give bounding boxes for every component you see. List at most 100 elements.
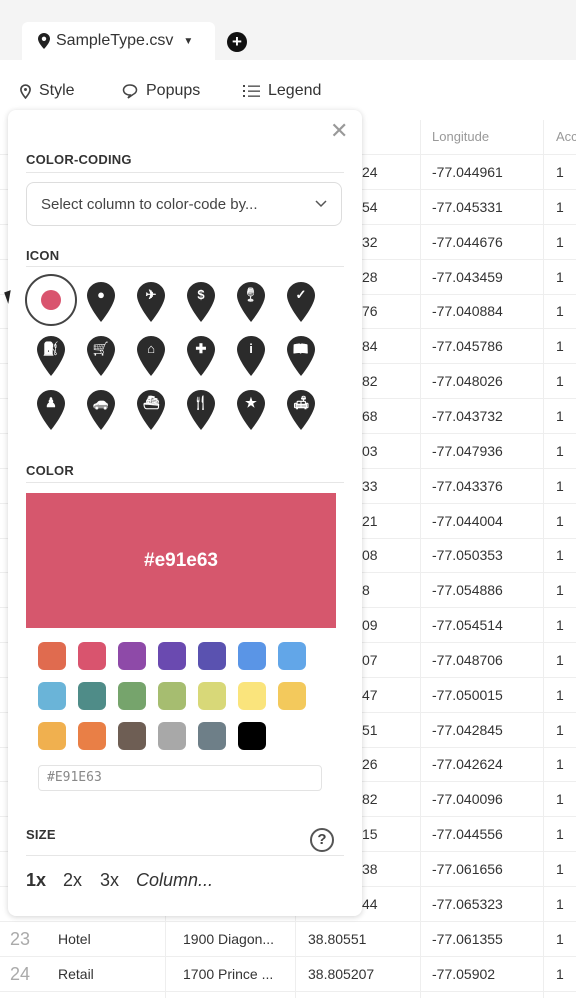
home-icon-option[interactable]: ⌂ [137,336,165,376]
speech-bubble-icon [122,83,138,99]
latitude-cell: 03 [362,442,378,459]
color-swatch[interactable] [78,722,106,750]
check-icon: ✓ [295,287,307,302]
chevron-down-icon [315,200,327,208]
hex-color-input[interactable]: #E91E63 [38,765,322,791]
close-icon[interactable]: ✕ [330,120,348,142]
info-icon-option[interactable]: i [237,336,265,376]
chess-pawn-icon-option[interactable]: ♟ [37,390,65,430]
color-swatch[interactable] [38,682,66,710]
accuracy-cell: 1 [556,721,564,738]
latitude-cell: 44 [362,895,378,912]
color-swatch[interactable] [238,722,266,750]
star-icon-option[interactable]: ★ [237,390,265,430]
dollar-icon: $ [197,287,205,302]
cart-icon: 🛒 [92,341,110,356]
latitude-cell: 24 [362,164,378,180]
color-swatch[interactable] [118,722,146,750]
color-swatch[interactable] [158,722,186,750]
longitude-cell: -77.061656 [432,861,503,877]
style-tab[interactable]: Style [20,82,75,100]
airplane-icon-option[interactable]: ✈ [137,282,165,322]
accuracy-cell: 1 [556,268,564,285]
color-swatch[interactable] [78,682,106,710]
help-icon[interactable]: ? [310,828,334,852]
longitude-cell: -77.044556 [432,826,503,843]
address-cell: 1700 Prince ... [183,965,274,982]
color-swatch[interactable] [198,642,226,670]
latitude-cell: 47 [362,686,378,703]
latitude-cell: 38 [362,861,378,877]
add-tab-button[interactable]: + [227,32,247,52]
cart-icon-option[interactable]: 🛒 [87,336,115,376]
style-panel: ✕ COLOR-CODING Select column to color-co… [8,110,362,916]
longitude-cell: -77.050353 [432,547,503,564]
size-option-column[interactable]: Column... [136,870,213,891]
latitude-cell: 07 [362,651,378,668]
latitude-cell: 76 [362,303,378,320]
accuracy-cell: 1 [556,512,564,529]
latitude-cell: 15 [362,826,378,843]
restaurant-icon-option[interactable]: 🍴 [187,390,215,430]
gas-station-icon-option[interactable]: ⛽ [37,336,65,376]
bench-icon: 🛋 [292,395,310,410]
plus-icon: ✚ [195,341,207,356]
plus-icon-option[interactable]: ✚ [187,336,215,376]
car-icon-option[interactable]: 🚗 [87,390,115,430]
color-swatch[interactable] [38,722,66,750]
accuracy-cell: 1 [556,582,564,599]
accuracy-cell: 1 [556,164,564,180]
accuracy-cell: 1 [556,651,564,668]
chevron-down-icon[interactable]: ▼ [183,36,193,47]
longitude-cell: -77.043459 [432,268,503,285]
color-swatch[interactable] [158,682,186,710]
color-coding-heading: COLOR-CODING [26,152,132,167]
file-tab[interactable]: SampleType.csv ▼ [22,22,215,60]
legend-tab[interactable]: Legend [243,82,321,100]
color-swatch[interactable] [38,642,66,670]
color-swatch[interactable] [278,682,306,710]
map-pin-icon [38,33,50,49]
icon-heading: ICON [26,248,60,263]
header-longitude[interactable]: Longitude [432,120,489,154]
latitude-cell: 08 [362,547,378,564]
longitude-cell: -77.05902 [432,965,496,982]
ship-icon: ⛴ [142,395,160,410]
latitude-cell: 28 [362,268,378,285]
color-swatch[interactable] [238,682,266,710]
header-accuracy[interactable]: Acc [556,120,576,154]
color-swatch[interactable] [238,642,266,670]
size-option-1x[interactable]: 1x [26,870,46,891]
color-code-column-select[interactable]: Select column to color-code by... [26,182,342,226]
dollar-icon-option[interactable]: $ [187,282,215,322]
wine-glass-icon-option[interactable]: 🍷 [237,282,265,322]
size-option-2x[interactable]: 2x [63,870,82,891]
popups-tab[interactable]: Popups [122,82,200,100]
bench-icon-option[interactable]: 🛋 [287,390,315,430]
color-heading: COLOR [26,463,74,478]
info-icon: i [249,341,253,356]
color-swatch[interactable] [118,682,146,710]
size-heading: SIZE [26,827,56,842]
table-row[interactable]: 23 Hotel 1900 Diagon... 38.80551 -77.061355 1 [0,922,576,957]
latitude-cell: 09 [362,617,378,634]
color-swatch[interactable] [158,642,186,670]
longitude-cell: -77.061355 [432,930,503,947]
check-icon-option[interactable]: ✓ [287,282,315,322]
color-swatch[interactable] [198,682,226,710]
color-swatch[interactable] [278,642,306,670]
color-swatch[interactable] [78,642,106,670]
circle-icon-option[interactable]: ● [87,282,115,322]
accuracy-cell: 1 [556,373,564,390]
longitude-cell: -77.054514 [432,617,503,634]
latitude-cell: 26 [362,756,378,773]
dot-icon-option[interactable] [25,274,77,326]
color-preview: #e91e63 [26,493,336,628]
color-swatch[interactable] [118,642,146,670]
table-row[interactable]: 24 Retail 1700 Prince ... 38.805207 -77.0590… [0,957,576,992]
ship-icon-option[interactable]: ⛴ [137,390,165,430]
accuracy-cell: 1 [556,407,564,424]
book-icon-option[interactable]: 📖 [287,336,315,376]
size-option-3x[interactable]: 3x [100,870,119,891]
color-swatch[interactable] [198,722,226,750]
